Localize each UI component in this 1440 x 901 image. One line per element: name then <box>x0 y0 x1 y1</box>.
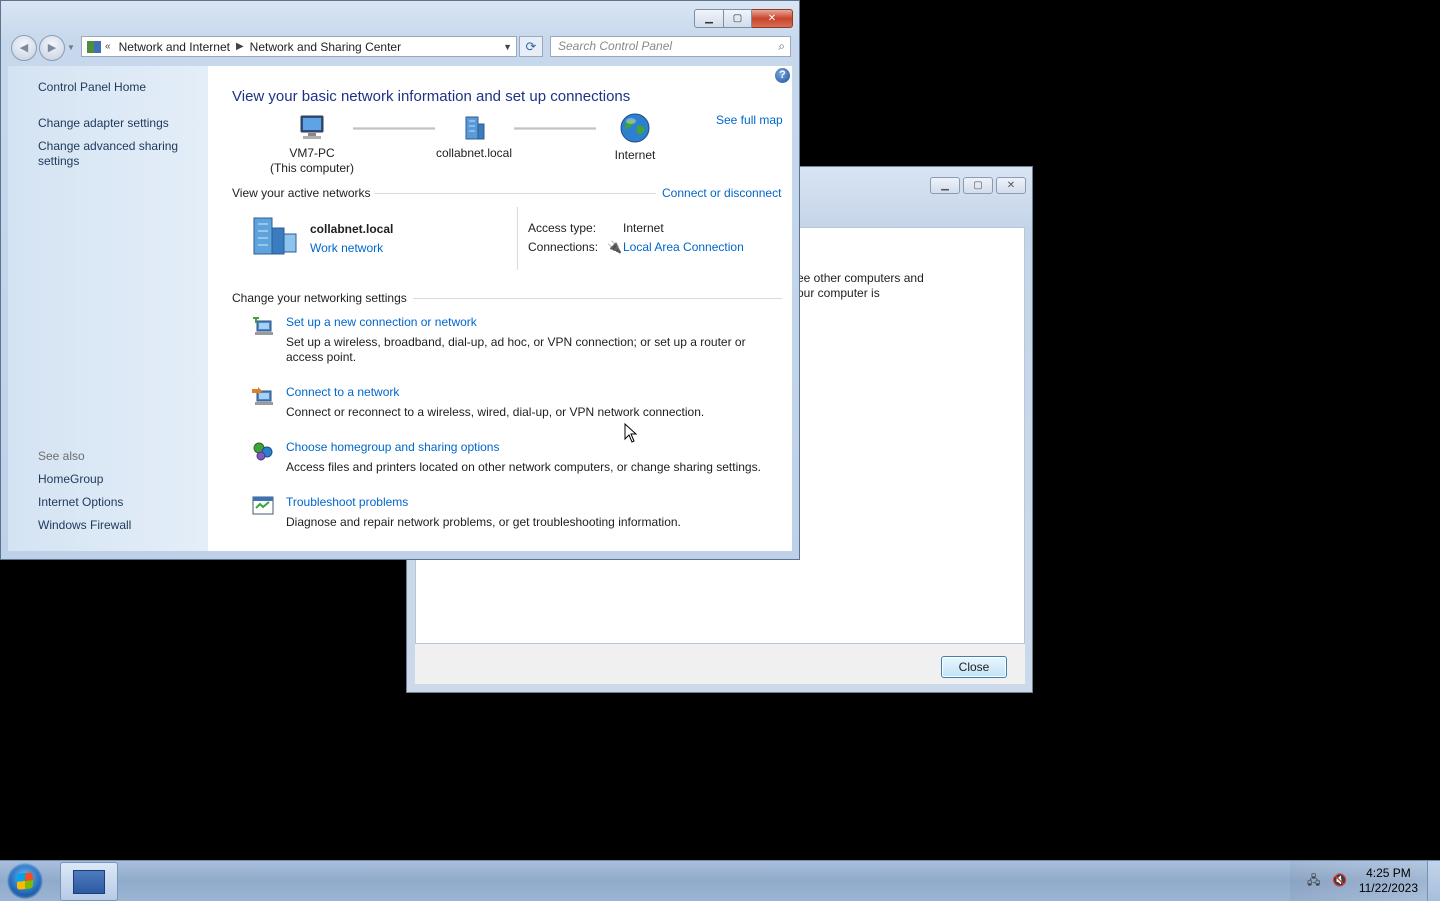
system-tray: 🖧 🔇 4:25 PM 11/22/2023 <box>1290 861 1440 901</box>
dialog-minimize-button[interactable]: ▁ <box>930 177 960 194</box>
clock[interactable]: 4:25 PM 11/22/2023 <box>1359 866 1418 896</box>
computer-sublabel: (This computer) <box>269 161 355 175</box>
work-network-icon <box>253 217 297 255</box>
connect-network-icon <box>252 387 273 405</box>
divider <box>517 207 518 270</box>
sidebar-item-windows-firewall[interactable]: Windows Firewall <box>38 518 131 533</box>
dialog-footer: Close <box>415 644 1025 684</box>
setup-new-connection-link[interactable]: Set up a new connection or network <box>286 315 477 329</box>
connector-line <box>353 127 435 130</box>
network-sharing-center-window: ▁ ▢ ✕ ◀ ▶ ▼ « Network and Internet ▶ Net… <box>0 0 800 560</box>
clock-time: 4:25 PM <box>1366 866 1411 880</box>
homegroup-icon <box>253 442 273 461</box>
page-title: View your basic network information and … <box>232 88 631 105</box>
search-placeholder: Search Control Panel <box>558 39 673 53</box>
address-dropdown-icon[interactable]: ▼ <box>503 42 512 52</box>
change-settings-heading: Change your networking settings <box>232 291 407 305</box>
show-desktop-button[interactable] <box>1427 861 1440 901</box>
close-window-button[interactable]: ✕ <box>752 9 793 28</box>
control-panel-icon <box>87 40 101 53</box>
access-type-value: Internet <box>623 221 664 235</box>
sidebar-item-change-adapter-settings[interactable]: Change adapter settings <box>38 116 169 131</box>
internet-node[interactable]: Internet <box>591 112 679 163</box>
globe-icon <box>620 113 650 143</box>
divider <box>413 298 782 299</box>
search-input[interactable]: Search Control Panel ⌕ <box>550 36 791 57</box>
connect-or-disconnect-link[interactable]: Connect or disconnect <box>662 186 781 200</box>
dialog-maximize-button[interactable]: ▢ <box>963 177 993 194</box>
ethernet-icon: 🔌 <box>607 240 622 254</box>
help-icon[interactable]: ? <box>775 68 790 83</box>
breadcrumb-sharing-center[interactable]: Network and Sharing Center <box>250 40 401 54</box>
access-type-label: Access type: <box>528 221 597 235</box>
homegroup-sharing-desc: Access files and printers located on oth… <box>286 460 761 474</box>
local-area-connection-link[interactable]: Local Area Connection <box>623 240 744 254</box>
mouse-cursor-icon <box>624 423 638 443</box>
network-node-label: collabnet.local <box>435 146 513 160</box>
divider <box>374 193 656 194</box>
breadcrumb-network-internet[interactable]: Network and Internet <box>119 40 230 54</box>
sidebar-item-homegroup[interactable]: HomeGroup <box>38 472 103 487</box>
setup-new-connection-desc: Set up a wireless, broadband, dial-up, a… <box>286 335 746 364</box>
sidebar-item-internet-options[interactable]: Internet Options <box>38 495 123 510</box>
dialog-close-x-button[interactable]: ✕ <box>996 177 1026 194</box>
connector-line <box>514 127 596 130</box>
troubleshoot-link[interactable]: Troubleshoot problems <box>286 495 408 509</box>
dialog-text-line: your computer is <box>791 286 880 300</box>
network-node[interactable]: collabnet.local <box>430 114 518 161</box>
dialog-text: see other computers and your computer is <box>791 271 924 301</box>
dialog-text-line: see other computers and <box>791 271 924 285</box>
see-full-map-link[interactable]: See full map <box>716 113 783 127</box>
computer-icon <box>300 115 324 139</box>
search-icon[interactable]: ⌕ <box>778 37 785 56</box>
recent-pages-dropdown-icon[interactable]: ▼ <box>67 43 75 52</box>
homegroup-sharing-link[interactable]: Choose homegroup and sharing options <box>286 440 499 454</box>
control-panel-icon <box>73 870 105 894</box>
active-network-name: collabnet.local <box>310 222 394 236</box>
connect-to-network-desc: Connect or reconnect to a wireless, wire… <box>286 405 705 419</box>
new-connection-icon <box>253 317 273 335</box>
breadcrumb-arrow-icon[interactable]: ▶ <box>236 41 244 52</box>
active-networks-heading: View your active networks <box>232 186 371 200</box>
taskbar: 🖧 🔇 4:25 PM 11/22/2023 <box>0 860 1440 901</box>
forward-button[interactable]: ▶ <box>39 35 65 61</box>
connect-to-network-link[interactable]: Connect to a network <box>286 385 399 399</box>
volume-muted-icon[interactable]: 🔇 <box>1332 874 1347 887</box>
sidebar-item-label: settings <box>38 154 80 168</box>
internet-node-label: Internet <box>614 148 656 162</box>
address-bar[interactable]: « Network and Internet ▶ Network and Sha… <box>81 36 517 57</box>
computer-name: VM7-PC <box>289 146 335 160</box>
troubleshoot-desc: Diagnose and repair network problems, or… <box>286 515 681 529</box>
taskbar-control-panel-button[interactable] <box>60 862 118 901</box>
start-button[interactable] <box>7 863 43 899</box>
network-type-link[interactable]: Work network <box>310 241 383 255</box>
window-controls: ▁ ▢ ✕ <box>694 9 793 28</box>
maximize-button[interactable]: ▢ <box>724 9 752 28</box>
sidebar-item-label: Change advanced sharing <box>38 139 179 153</box>
chevron-left-icon[interactable]: « <box>105 41 111 52</box>
connections-label: Connections: <box>528 240 599 254</box>
troubleshoot-icon <box>252 496 274 515</box>
network-icon[interactable]: 🖧 <box>1307 874 1322 887</box>
clock-date: 11/22/2023 <box>1358 881 1418 895</box>
close-button[interactable]: Close <box>941 656 1007 678</box>
main-content: ? View your basic network information an… <box>208 66 792 551</box>
dialog-window-controls: ▁ ▢ ✕ <box>930 177 1026 194</box>
network-building-icon <box>465 116 485 140</box>
minimize-button[interactable]: ▁ <box>694 9 724 28</box>
sidebar: Control Panel Home Change adapter settin… <box>8 66 208 551</box>
see-also-heading: See also <box>38 449 85 463</box>
sidebar-item-change-advanced-sharing[interactable]: Change advanced sharing settings <box>38 139 178 169</box>
refresh-button[interactable]: ⟳ <box>519 36 543 57</box>
computer-node[interactable]: VM7-PC (This computer) <box>268 114 356 176</box>
sidebar-item-control-panel-home[interactable]: Control Panel Home <box>38 80 146 95</box>
back-button[interactable]: ◀ <box>11 35 37 61</box>
